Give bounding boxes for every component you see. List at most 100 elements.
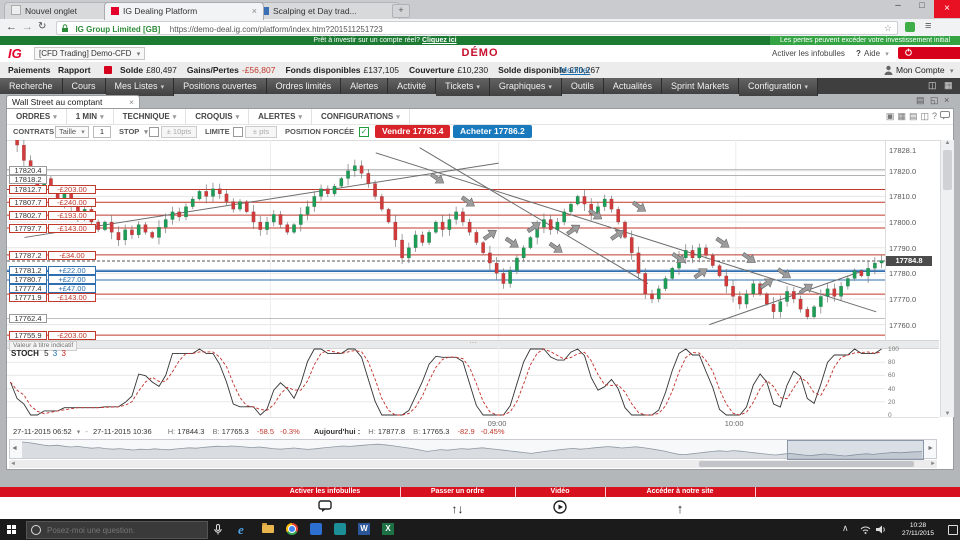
- new-tab-button[interactable]: +: [392, 4, 410, 18]
- stop-distance-field[interactable]: ± 10pts: [161, 126, 197, 138]
- tab-close-icon[interactable]: ×: [252, 3, 257, 20]
- snapshot-icon[interactable]: ▣: [886, 111, 895, 122]
- report-link[interactable]: Rapport: [58, 62, 91, 78]
- tooltips-link[interactable]: Activer les infobulles: [772, 49, 845, 58]
- horizontal-scrollbar[interactable]: ◄ ►: [9, 460, 937, 468]
- nav-right-icon[interactable]: ►: [927, 445, 934, 452]
- nav-item-recherche[interactable]: Recherche: [0, 78, 63, 94]
- order-level[interactable]: 17802.7-£193.00: [9, 211, 96, 220]
- order-level[interactable]: 17818.2: [9, 175, 47, 184]
- order-level[interactable]: 17762.4: [9, 314, 47, 323]
- chevron-down-icon[interactable]: ▾: [77, 429, 81, 436]
- order-level[interactable]: 17820.4: [9, 166, 47, 175]
- tile-windows-icon[interactable]: ▤: [916, 95, 925, 106]
- notification-center-icon[interactable]: [948, 525, 958, 535]
- navigator-window[interactable]: [787, 440, 924, 460]
- nav-item-outils[interactable]: Outils: [562, 78, 604, 94]
- scroll-down-icon[interactable]: ▼: [941, 411, 954, 417]
- limit-checkbox[interactable]: [233, 127, 243, 137]
- stoch-chart[interactable]: [7, 347, 885, 417]
- browser-tab-scalping[interactable]: Scalping et Day trad...: [254, 2, 400, 20]
- tray-chevron-icon[interactable]: ∧: [842, 523, 849, 534]
- footer-action-1[interactable]: Activer les infobulles: [250, 487, 401, 497]
- order-level[interactable]: 17781.2+£22.00: [9, 266, 96, 275]
- window-close-button[interactable]: ×: [934, 0, 960, 18]
- chart-menu-alertes[interactable]: ALERTES▾: [249, 109, 312, 125]
- windows-layout-icon[interactable]: ◫: [920, 111, 929, 122]
- chart-menu-configurations[interactable]: CONFIGURATIONS▾: [312, 109, 410, 125]
- scroll-up-icon[interactable]: ▲: [941, 140, 954, 146]
- speaker-icon[interactable]: [876, 525, 886, 534]
- word-icon[interactable]: W: [358, 523, 370, 535]
- restore-window-icon[interactable]: ◱: [930, 95, 939, 106]
- payments-link[interactable]: Paiements: [8, 62, 51, 78]
- footer-action-3[interactable]: Vidéo: [515, 487, 606, 497]
- hscroll-right-icon[interactable]: ►: [930, 460, 936, 468]
- feedback-bubble-icon[interactable]: [940, 111, 950, 123]
- close-workspace-icon[interactable]: ×: [944, 95, 949, 105]
- layout-icon[interactable]: ▤: [909, 111, 918, 122]
- updown-icon[interactable]: ↑↓: [450, 500, 466, 516]
- start-button[interactable]: [7, 525, 16, 534]
- chart-navigator[interactable]: ◄ ►: [9, 439, 937, 459]
- browser-tab-ig-platform[interactable]: IG Dealing Platform ×: [104, 2, 264, 20]
- size-stepper[interactable]: 1: [93, 126, 111, 138]
- forced-position-checkbox[interactable]: ✓: [359, 127, 369, 137]
- browser-tab-new[interactable]: Nouvel onglet: [4, 2, 114, 20]
- up-icon[interactable]: ↑: [672, 500, 688, 516]
- limit-distance-field[interactable]: ± pts: [245, 126, 277, 138]
- order-level[interactable]: 17797.7-£143.00: [9, 224, 96, 233]
- logout-button[interactable]: Déconnexion: [898, 47, 960, 59]
- footer-action-4[interactable]: Accéder à notre site: [605, 487, 756, 497]
- back-icon[interactable]: ←: [6, 21, 17, 33]
- footer-action-2[interactable]: Passer un ordre: [400, 487, 516, 497]
- account-selector[interactable]: [CFD Trading] Demo-CFD ▾: [34, 47, 145, 60]
- order-level[interactable]: 17812.7-£203.00: [9, 185, 96, 194]
- help-icon[interactable]: ?: [932, 111, 937, 122]
- nav-item-cours[interactable]: Cours: [63, 78, 106, 94]
- promo-link[interactable]: Cliquez ici: [422, 37, 457, 44]
- excel-icon[interactable]: X: [382, 523, 394, 535]
- price-axis[interactable]: 17820.017810.017800.017790.017780.017770…: [885, 140, 940, 340]
- vertical-scrollbar[interactable]: ▲ ▼: [940, 140, 954, 417]
- nav-item-actualit-s[interactable]: Actualités: [604, 78, 662, 94]
- range-to[interactable]: 27-11-2015 10:36: [93, 427, 152, 436]
- help-link[interactable]: Aide ▾: [864, 49, 889, 58]
- forward-icon[interactable]: →: [22, 21, 33, 33]
- refresh-icon[interactable]: ↻: [38, 21, 46, 32]
- url-text[interactable]: https://demo-deal.ig.com/platform/index.…: [170, 25, 383, 34]
- nav-item-activit-[interactable]: Activité: [388, 78, 436, 94]
- price-chart[interactable]: [7, 140, 885, 340]
- order-level[interactable]: 17755.9-£203.00: [9, 331, 96, 340]
- modify-link[interactable]: Modifier: [560, 62, 590, 78]
- chart-style-icon[interactable]: ▦: [897, 111, 906, 122]
- url-box[interactable]: IG Group Limited [GB] https://demo-deal.…: [56, 21, 898, 35]
- size-select[interactable]: Taille ▾: [55, 126, 89, 138]
- chart-menu-technique[interactable]: TECHNIQUE▾: [114, 109, 187, 125]
- folder-icon[interactable]: [262, 525, 274, 533]
- mic-icon[interactable]: [214, 524, 222, 535]
- grid-icon[interactable]: ▦: [944, 80, 953, 91]
- ie-icon[interactable]: e: [238, 522, 244, 538]
- buy-button[interactable]: Acheter 17786.2: [453, 125, 532, 138]
- play-icon[interactable]: [552, 500, 568, 516]
- chrome-icon[interactable]: [286, 523, 298, 535]
- cortana-search[interactable]: [26, 521, 208, 539]
- chart-menu-ordres[interactable]: ORDRES▾: [7, 109, 67, 125]
- browser-menu-icon[interactable]: ≡: [925, 20, 931, 32]
- stop-checkbox[interactable]: [149, 127, 159, 137]
- chart-menu-croquis[interactable]: CROQUIS▾: [186, 109, 249, 125]
- range-from[interactable]: 27-11-2015 06:52: [13, 427, 72, 436]
- chart-menu-1-min[interactable]: 1 MIN▾: [67, 109, 114, 125]
- nav-left-icon[interactable]: ◄: [11, 445, 18, 452]
- window-minimize-button[interactable]: –: [886, 0, 910, 18]
- apps-icon[interactable]: ◫: [928, 80, 937, 91]
- order-level[interactable]: 17780.7+£27.00: [9, 275, 96, 284]
- help-icon[interactable]: ?: [856, 49, 861, 58]
- window-maximize-button[interactable]: □: [910, 0, 934, 18]
- scroll-thumb[interactable]: [943, 150, 952, 190]
- order-level[interactable]: 17771.9-£143.00: [9, 293, 96, 302]
- hscroll-left-icon[interactable]: ◄: [10, 460, 16, 468]
- order-level[interactable]: 17787.2-£34.00: [9, 251, 96, 260]
- stoch-label[interactable]: STOCH 5 3 3: [11, 349, 66, 358]
